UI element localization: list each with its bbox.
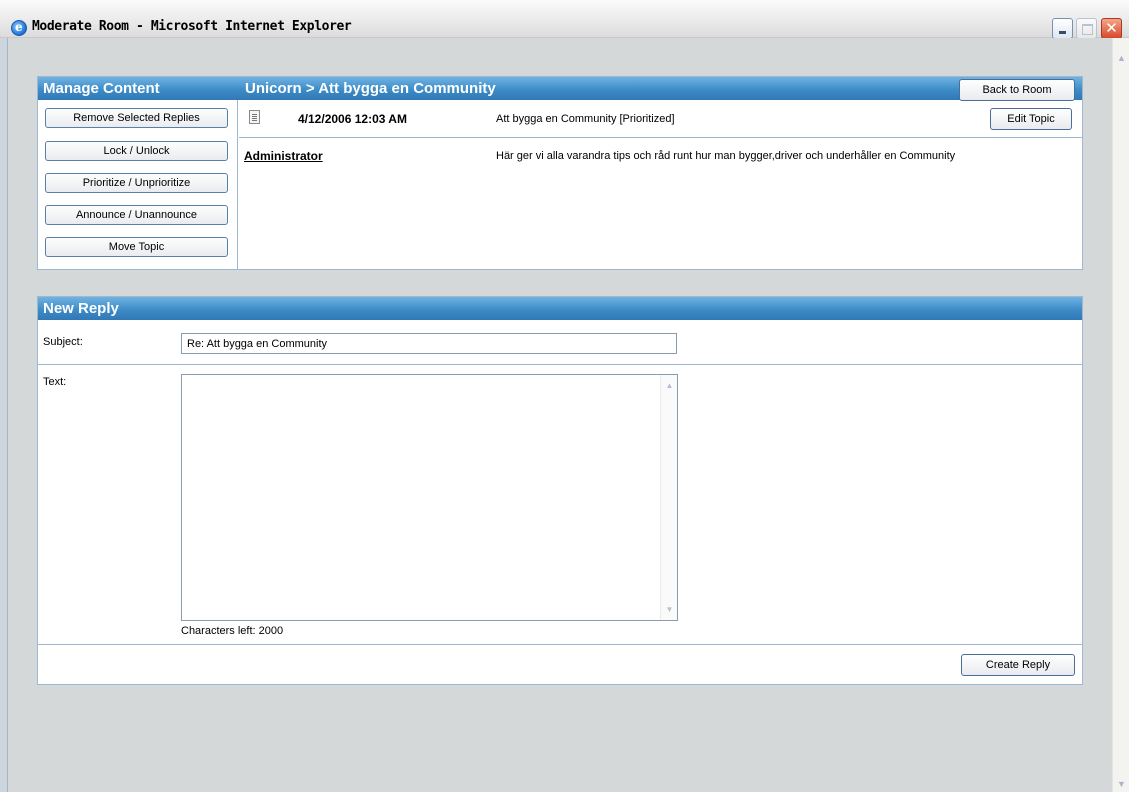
new-reply-header: New Reply xyxy=(38,297,1082,320)
scroll-down-arrow-icon[interactable]: ▼ xyxy=(1115,778,1128,790)
subject-input[interactable] xyxy=(181,333,677,354)
manage-content-title: Manage Content xyxy=(43,80,160,97)
move-topic-button[interactable]: Move Topic xyxy=(45,237,228,257)
manage-content-panel: Manage Content Unicorn > Att bygga en Co… xyxy=(37,76,1083,270)
document-icon xyxy=(249,110,260,124)
lock-unlock-button[interactable]: Lock / Unlock xyxy=(45,141,228,161)
scroll-up-arrow-icon[interactable]: ▲ xyxy=(1115,52,1128,64)
prioritize-unprioritize-button[interactable]: Prioritize / Unprioritize xyxy=(45,173,228,193)
text-label: Text: xyxy=(43,376,67,388)
new-reply-panel: New Reply Subject: Text: ▲ ▼ Characters … xyxy=(37,296,1083,685)
topic-body: Här ger vi alla varandra tips och råd ru… xyxy=(496,150,956,162)
scroll-up-arrow-icon[interactable]: ▲ xyxy=(664,380,675,391)
subject-label: Subject: xyxy=(43,336,83,348)
text-area-scrollbar[interactable]: ▲ ▼ xyxy=(660,375,677,620)
close-icon[interactable]: ✕ xyxy=(1101,18,1122,39)
maximize-icon[interactable] xyxy=(1076,18,1097,39)
characters-left: Characters left: 2000 xyxy=(181,625,284,637)
ie-icon[interactable]: e xyxy=(11,20,27,36)
manage-content-header: Manage Content Unicorn > Att bygga en Co… xyxy=(38,77,1082,101)
announce-unannounce-button[interactable]: Announce / Unannounce xyxy=(45,205,228,225)
reply-footer: Create Reply xyxy=(38,644,1082,684)
new-reply-title: New Reply xyxy=(43,300,119,317)
create-reply-button[interactable]: Create Reply xyxy=(961,654,1075,676)
page-scrollbar[interactable]: ▲ ▼ xyxy=(1112,38,1129,792)
back-to-room-button[interactable]: Back to Room xyxy=(959,79,1075,101)
window-title-bar: e Moderate Room - Microsoft Internet Exp… xyxy=(0,0,1129,39)
minimize-icon[interactable] xyxy=(1052,18,1073,39)
topic-content: 4/12/2006 12:03 AM Att bygga en Communit… xyxy=(239,100,1082,269)
window-frame xyxy=(0,38,8,792)
topic-breadcrumb: Unicorn > Att bygga en Community xyxy=(245,80,496,97)
remove-selected-replies-button[interactable]: Remove Selected Replies xyxy=(45,108,228,128)
scroll-down-arrow-icon[interactable]: ▼ xyxy=(664,604,675,615)
topic-date: 4/12/2006 12:03 AM xyxy=(298,112,407,126)
subject-row: Subject: xyxy=(38,320,1082,365)
topic-row: 4/12/2006 12:03 AM Att bygga en Communit… xyxy=(239,100,1082,138)
moderation-actions: Remove Selected Replies Lock / Unlock Pr… xyxy=(38,100,238,269)
edit-topic-button[interactable]: Edit Topic xyxy=(990,108,1072,130)
author-link[interactable]: Administrator xyxy=(244,149,323,163)
topic-subject: Att bygga en Community [Prioritized] xyxy=(496,113,675,125)
window-title: Moderate Room - Microsoft Internet Explo… xyxy=(32,19,352,34)
reply-text-area[interactable]: ▲ ▼ xyxy=(181,374,678,621)
